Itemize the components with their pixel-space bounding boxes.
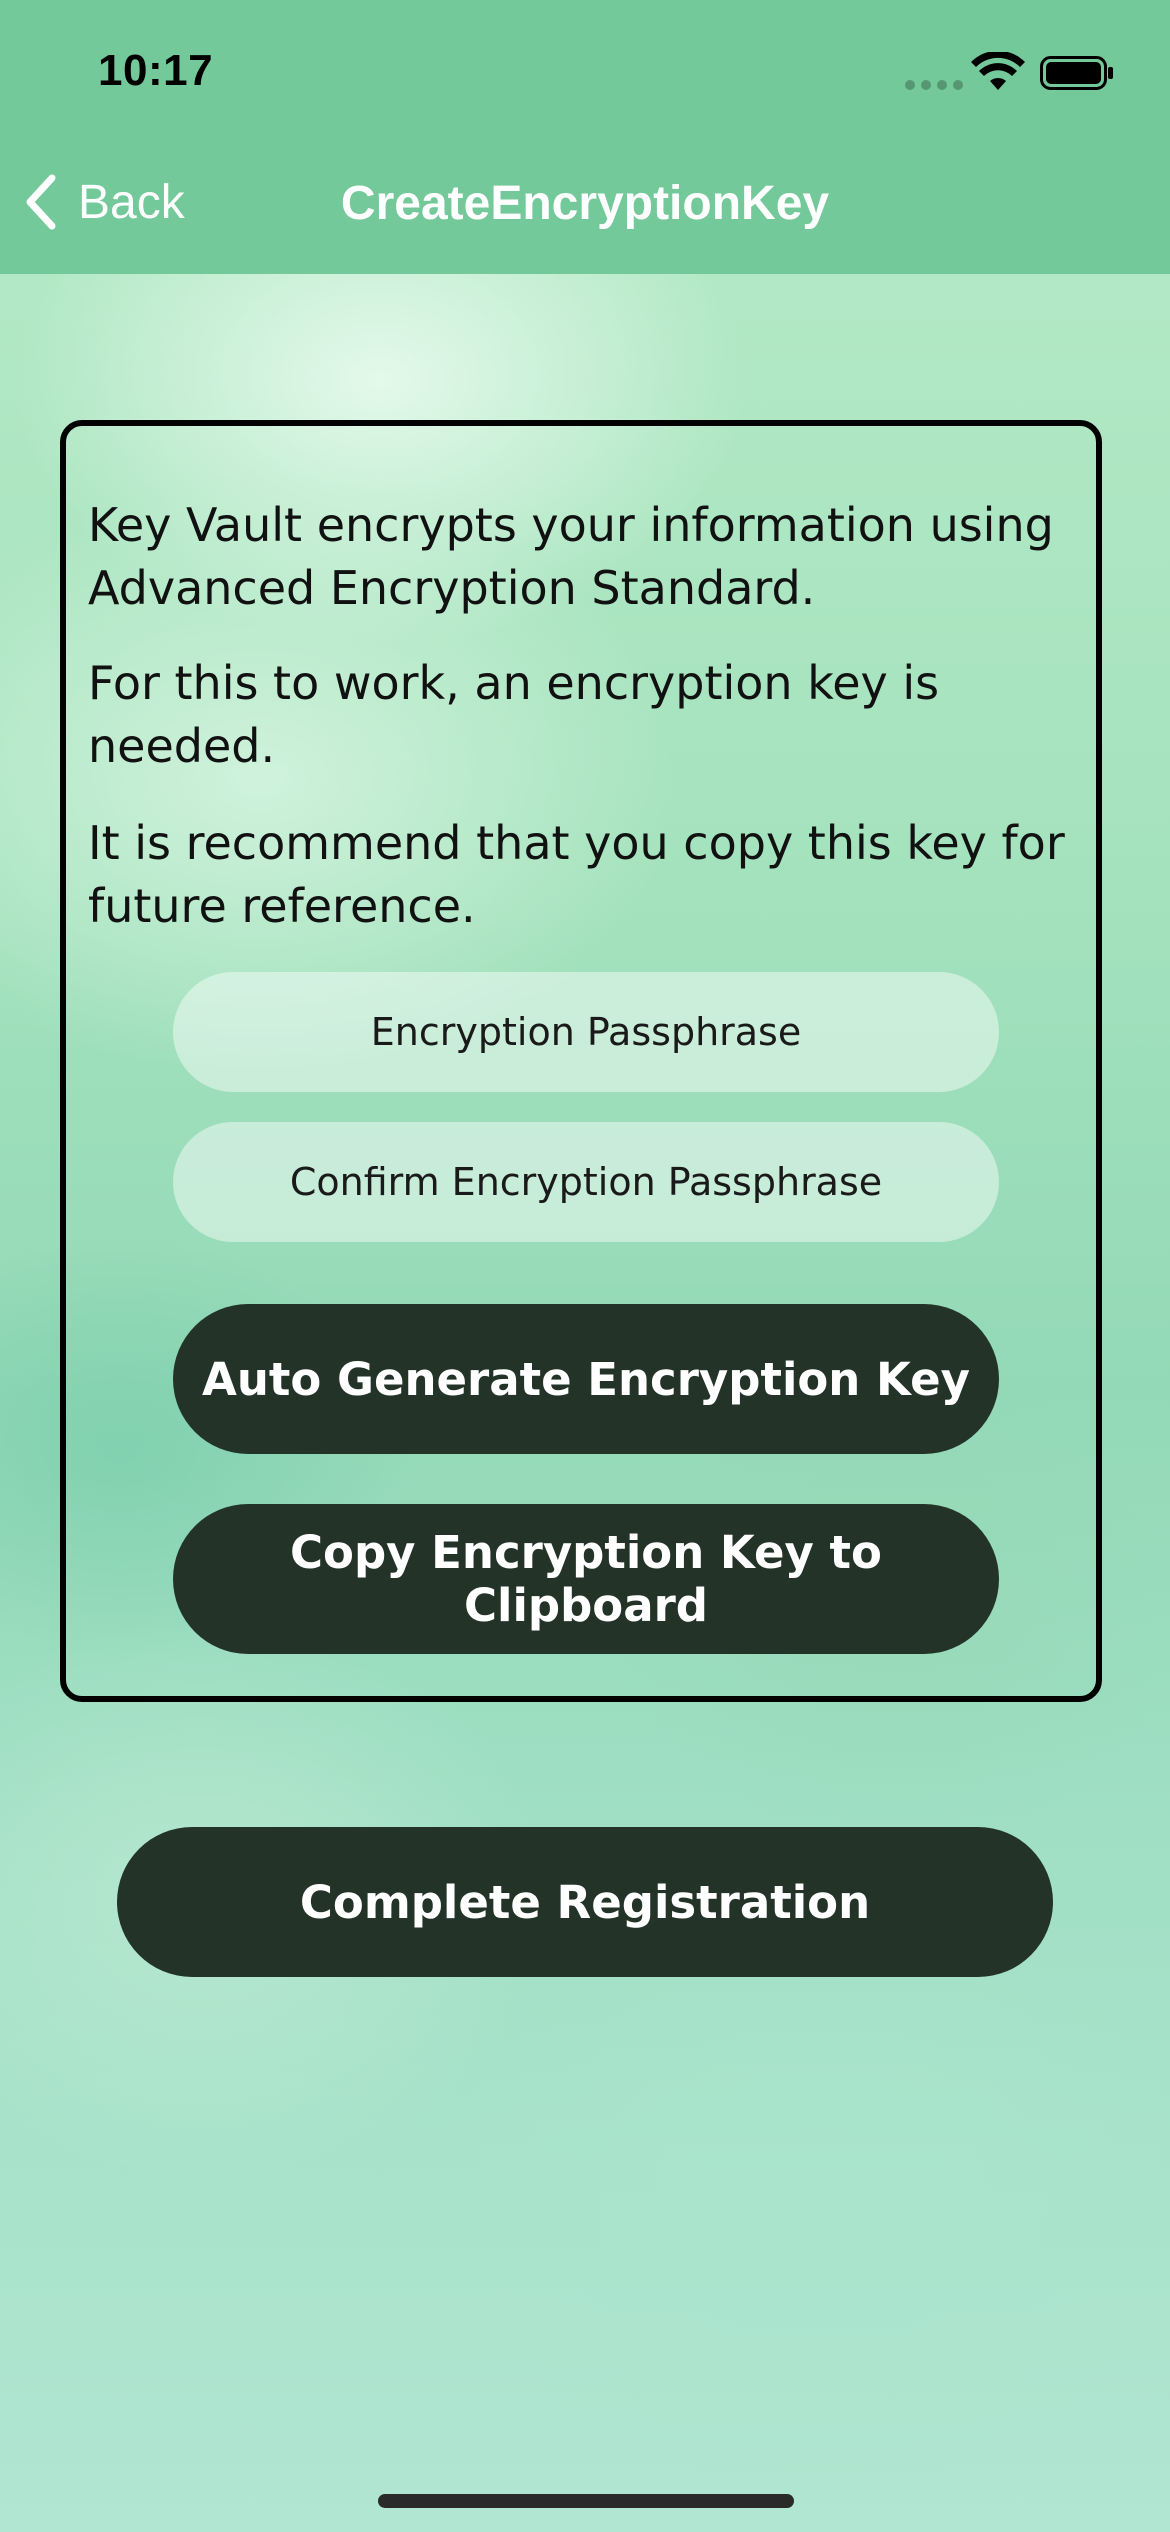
wifi-icon <box>971 52 1025 90</box>
complete-registration-button[interactable]: Complete Registration <box>117 1827 1053 1977</box>
navigation-bar: Back CreateEncryptionKey <box>0 130 1170 274</box>
encryption-passphrase-input[interactable] <box>173 972 999 1092</box>
status-bar: 10:17 <box>0 0 1170 130</box>
page-title: CreateEncryptionKey <box>340 177 830 230</box>
copy-key-button[interactable]: Copy Encryption Key to Clipboard <box>173 1504 999 1654</box>
info-paragraph: Key Vault encrypts your information usin… <box>88 498 1054 615</box>
battery-icon <box>1040 56 1113 90</box>
cellular-signal-icon <box>905 80 963 90</box>
auto-generate-key-button[interactable]: Auto Generate Encryption Key <box>173 1304 999 1454</box>
encryption-info-card: Key Vault encrypts your information usin… <box>60 420 1102 1702</box>
info-paragraph: It is recommend that you copy this key f… <box>88 816 1065 933</box>
info-paragraph: For this to work, an encryption key is n… <box>88 656 940 773</box>
status-time: 10:17 <box>98 46 214 95</box>
screen-root: 10:17 Back CreateEncryptionKey Key Vault… <box>0 0 1170 2532</box>
confirm-passphrase-input[interactable] <box>173 1122 999 1242</box>
home-indicator[interactable] <box>378 2494 794 2508</box>
